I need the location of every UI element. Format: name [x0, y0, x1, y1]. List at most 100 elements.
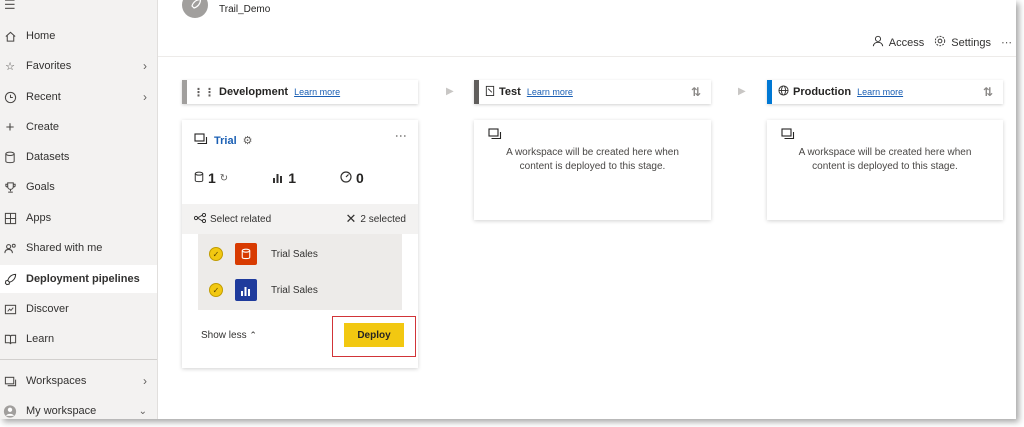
- stage-header-production: Production Learn more ⇅: [767, 80, 1003, 104]
- person-icon: [872, 35, 884, 50]
- chevron-right-icon[interactable]: ›: [143, 374, 147, 388]
- sidebar-item-goals[interactable]: Goals: [0, 173, 157, 201]
- chevron-right-icon[interactable]: ›: [143, 90, 147, 104]
- item-name: Trial Sales: [271, 248, 318, 260]
- compare-icon[interactable]: ⇅: [691, 85, 701, 99]
- workspaces-icon: [3, 374, 17, 388]
- more-options-icon[interactable]: ⋯: [1001, 36, 1012, 49]
- learn-more-link[interactable]: Learn more: [527, 87, 573, 97]
- empty-stage-message: A workspace will be created here when co…: [506, 147, 679, 172]
- workspace-title-row: Trial ⚙: [194, 133, 253, 148]
- sidebar-item-favorites[interactable]: ☆ Favorites ›: [0, 52, 157, 80]
- learn-more-link[interactable]: Learn more: [857, 87, 903, 97]
- chevron-right-icon: ▶: [738, 86, 746, 97]
- sidebar-divider: [0, 359, 157, 360]
- stage-name: Production: [793, 86, 852, 98]
- gauge-icon: [340, 170, 352, 186]
- datasets-count: 1 ↻: [194, 170, 228, 186]
- header-divider: [158, 56, 1016, 57]
- cylinder-icon: [194, 170, 204, 186]
- chevron-up-icon: ⌃: [249, 330, 257, 340]
- home-icon: [3, 29, 17, 43]
- sidebar-item-label: Home: [26, 30, 56, 42]
- rocket-icon: [3, 272, 17, 286]
- dashboards-count: 0: [340, 170, 364, 186]
- stage-header-test: Test Learn more ⇅: [474, 80, 711, 104]
- list-item[interactable]: ✓ Trial Sales: [198, 236, 402, 272]
- item-name: Trial Sales: [271, 284, 318, 296]
- chevron-down-icon[interactable]: ⌄: [139, 406, 147, 417]
- development-workspace-card: Trial ⚙ ⋮ 1 ↻ 1 0 Select related ✕ 2 sel…: [182, 120, 418, 368]
- sidebar-item-workspaces[interactable]: Workspaces ›: [0, 367, 157, 395]
- stage-name: Development: [219, 86, 289, 98]
- sidebar-item-apps[interactable]: Apps: [0, 204, 157, 232]
- chevron-right-icon[interactable]: ›: [143, 59, 147, 73]
- sidebar-item-discover[interactable]: Discover: [0, 295, 157, 323]
- globe-icon: [778, 85, 789, 99]
- clipboard-icon: [485, 85, 495, 99]
- sidebar-item-label: Deployment pipelines: [26, 273, 140, 285]
- sidebar-item-deployment-pipelines[interactable]: Deployment pipelines: [0, 265, 157, 293]
- related-icon: [193, 212, 207, 226]
- book-icon: [3, 332, 17, 346]
- apps-icon: [3, 211, 17, 225]
- sidebar: ☰ Home ☆ Favorites › Recent › + Create D…: [0, 0, 158, 419]
- stage-header-development: ⋮⋮ Development Learn more: [182, 80, 418, 104]
- workspace-title-link[interactable]: Trial: [214, 135, 237, 147]
- settings-button[interactable]: Settings: [934, 35, 991, 50]
- workspace-icon: [781, 128, 795, 143]
- reports-count: 1: [272, 170, 296, 186]
- checkmark-icon[interactable]: ✓: [209, 247, 223, 261]
- dataset-icon: [235, 243, 257, 265]
- header-actions: Access Settings ⋯: [872, 35, 1012, 50]
- settings-label: Settings: [951, 36, 991, 49]
- sidebar-item-label: Shared with me: [26, 242, 103, 254]
- trophy-icon: [3, 180, 17, 194]
- sidebar-item-learn[interactable]: Learn: [0, 325, 157, 353]
- sidebar-item-label: Apps: [26, 212, 52, 224]
- app-frame: ☰ Home ☆ Favorites › Recent › + Create D…: [0, 0, 1016, 419]
- stage-name: Test: [499, 86, 521, 98]
- workspace-icon: [194, 133, 208, 148]
- star-icon: ☆: [5, 60, 15, 73]
- select-related-button[interactable]: Select related: [193, 212, 271, 226]
- workspace-name: Trail_Demo: [219, 4, 271, 15]
- sidebar-item-shared-with-me[interactable]: Shared with me: [0, 234, 157, 262]
- deploy-button[interactable]: Deploy: [344, 323, 404, 347]
- checkmark-icon[interactable]: ✓: [209, 283, 223, 297]
- stage-color-bar: [767, 80, 772, 104]
- stage-color-bar: [474, 80, 479, 104]
- access-label: Access: [888, 36, 925, 49]
- clear-selection-button[interactable]: ✕ 2 selected: [346, 211, 407, 227]
- hamburger-menu-icon[interactable]: ☰: [4, 0, 16, 11]
- empty-stage-message: A workspace will be created here when co…: [798, 147, 972, 172]
- sidebar-item-home[interactable]: Home: [0, 22, 157, 50]
- clock-icon: [3, 90, 17, 104]
- compare-icon[interactable]: ⇅: [983, 85, 993, 99]
- test-empty-card: A workspace will be created here when co…: [474, 120, 711, 220]
- people-icon: [3, 241, 17, 255]
- sidebar-item-datasets[interactable]: Datasets: [0, 143, 157, 171]
- access-button[interactable]: Access: [872, 35, 924, 50]
- sidebar-item-label: Favorites: [26, 60, 72, 72]
- settings-gear-icon[interactable]: ⚙: [243, 134, 253, 147]
- sidebar-item-label: Create: [26, 121, 60, 133]
- sidebar-item-label: Workspaces: [26, 375, 87, 387]
- sidebar-item-label: My workspace: [26, 405, 97, 417]
- sidebar-item-label: Learn: [26, 333, 55, 345]
- workspace-avatar: [182, 0, 208, 18]
- list-item[interactable]: ✓ Trial Sales: [198, 272, 402, 308]
- user-icon: [3, 404, 17, 418]
- more-options-icon[interactable]: ⋮: [394, 130, 408, 142]
- show-less-button[interactable]: Show less ⌃: [201, 330, 257, 341]
- close-icon: ✕: [345, 211, 357, 226]
- workspace-icon: [488, 128, 502, 143]
- sidebar-item-create[interactable]: + Create: [0, 113, 157, 141]
- plus-icon: +: [5, 118, 15, 136]
- stage-color-bar: [182, 80, 187, 104]
- sidebar-item-recent[interactable]: Recent ›: [0, 83, 157, 111]
- gear-icon: [934, 35, 946, 50]
- sidebar-item-label: Discover: [26, 303, 69, 315]
- sidebar-item-my-workspace[interactable]: My workspace ⌄: [0, 397, 157, 419]
- learn-more-link[interactable]: Learn more: [294, 87, 340, 97]
